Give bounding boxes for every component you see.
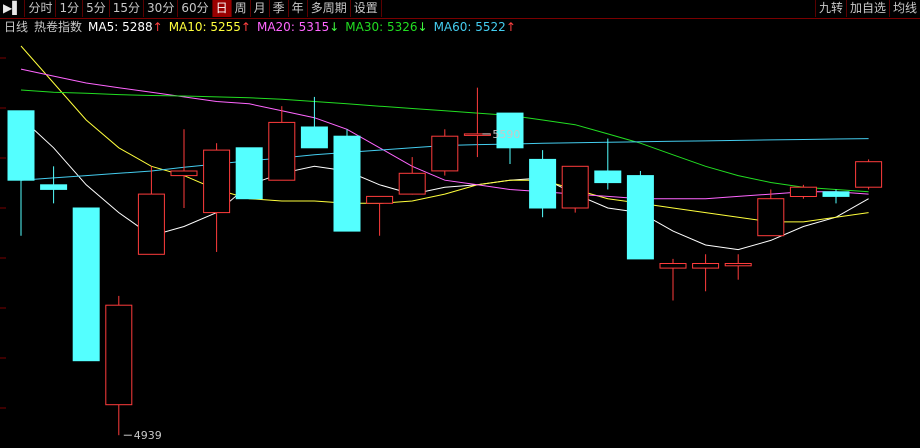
ma-trend-arrow: ↑	[240, 20, 251, 34]
ma-trend-arrow: ↓	[329, 20, 340, 34]
candle-body	[529, 158, 557, 209]
period-toolbar: ▶▌ 分时 1分 5分 15分 30分 60分日周月季年多周期 设置 九转 加自选 均线	[0, 0, 920, 19]
candle-body	[561, 165, 589, 209]
price-annotation: 5590	[492, 128, 520, 141]
ma-legend: 日线 热卷指数 MA5: 5288↑ MA10: 5255↑ MA20: 5315↓…	[4, 19, 522, 35]
tab-period-7[interactable]: 日	[212, 0, 232, 17]
candle-body	[789, 186, 817, 197]
candle-body	[203, 149, 231, 214]
ma-legend-item: MA10: 5255↑	[169, 19, 251, 35]
candle-body	[137, 193, 165, 255]
candle-body	[40, 184, 68, 190]
ma-legend-item: MA20: 5315↓	[257, 19, 339, 35]
candle-body	[757, 198, 785, 237]
candle-body	[398, 172, 426, 195]
candlestick-chart[interactable]: 5590 4939	[0, 36, 920, 448]
candle-body	[366, 195, 394, 204]
price-annotation: 4939	[134, 429, 162, 442]
ma-legend-item: MA5: 5288↑	[88, 19, 163, 35]
tab-period-1[interactable]: 分时	[25, 0, 57, 17]
tool-button-0[interactable]: 九转	[814, 0, 846, 17]
candle-body	[300, 126, 328, 149]
candle-body	[7, 110, 35, 181]
ma-legend-label: MA10: 5255	[168, 20, 241, 34]
ma-legend-label: MA20: 5315	[256, 20, 330, 34]
ma-trend-arrow: ↓	[417, 20, 428, 34]
tool-button-1[interactable]: 加自选	[845, 0, 889, 17]
candle-body	[333, 135, 361, 232]
candle-body	[724, 263, 752, 267]
ma-legend-label: MA30: 5326	[345, 20, 418, 34]
candle-body	[659, 263, 687, 269]
candle-body	[235, 147, 263, 200]
ma-trend-arrow: ↑	[152, 20, 163, 34]
tool-button-2[interactable]: 均线	[888, 0, 920, 17]
tab-period-12[interactable]: 多周期	[308, 0, 351, 17]
candle-body	[268, 121, 296, 181]
tab-period-3[interactable]: 5分	[83, 0, 110, 17]
candle-body	[594, 170, 622, 184]
play-pause-icon[interactable]: ▶▌	[0, 0, 26, 17]
candle-body	[855, 161, 883, 188]
tab-period-8[interactable]: 周	[232, 0, 251, 17]
candle-body	[626, 175, 654, 260]
tab-period-4[interactable]: 15分	[110, 0, 145, 17]
tab-period-2[interactable]: 1分	[56, 0, 84, 17]
tab-period-10[interactable]: 季	[270, 0, 289, 17]
ma-legend-label: MA60: 5522	[433, 20, 506, 34]
ma-legend-item: MA30: 5326↓	[345, 19, 427, 35]
period-tabs: ▶▌ 分时 1分 5分 15分 30分 60分日周月季年多周期 设置	[0, 0, 382, 18]
ma-legend-item: MA60: 5522↑	[434, 19, 516, 35]
tab-period-11[interactable]: 年	[289, 0, 308, 17]
ma-trend-arrow: ↑	[505, 20, 516, 34]
tool-buttons: 九转 加自选 均线	[814, 0, 920, 18]
candle-body	[822, 191, 850, 197]
period-label: 日线	[4, 20, 29, 34]
tab-period-13[interactable]: 设置	[351, 0, 382, 17]
tab-period-6[interactable]: 60分	[178, 0, 213, 17]
instrument-name: 热卷指数	[34, 20, 83, 34]
candle-body	[105, 304, 133, 406]
candle-body	[431, 135, 459, 172]
candle-body	[692, 263, 720, 269]
candle-body	[170, 170, 198, 177]
tab-period-9[interactable]: 月	[251, 0, 270, 17]
ma-legend-label: MA5: 5288	[88, 20, 153, 34]
candle-body	[72, 207, 100, 362]
tab-period-5[interactable]: 30分	[144, 0, 179, 17]
